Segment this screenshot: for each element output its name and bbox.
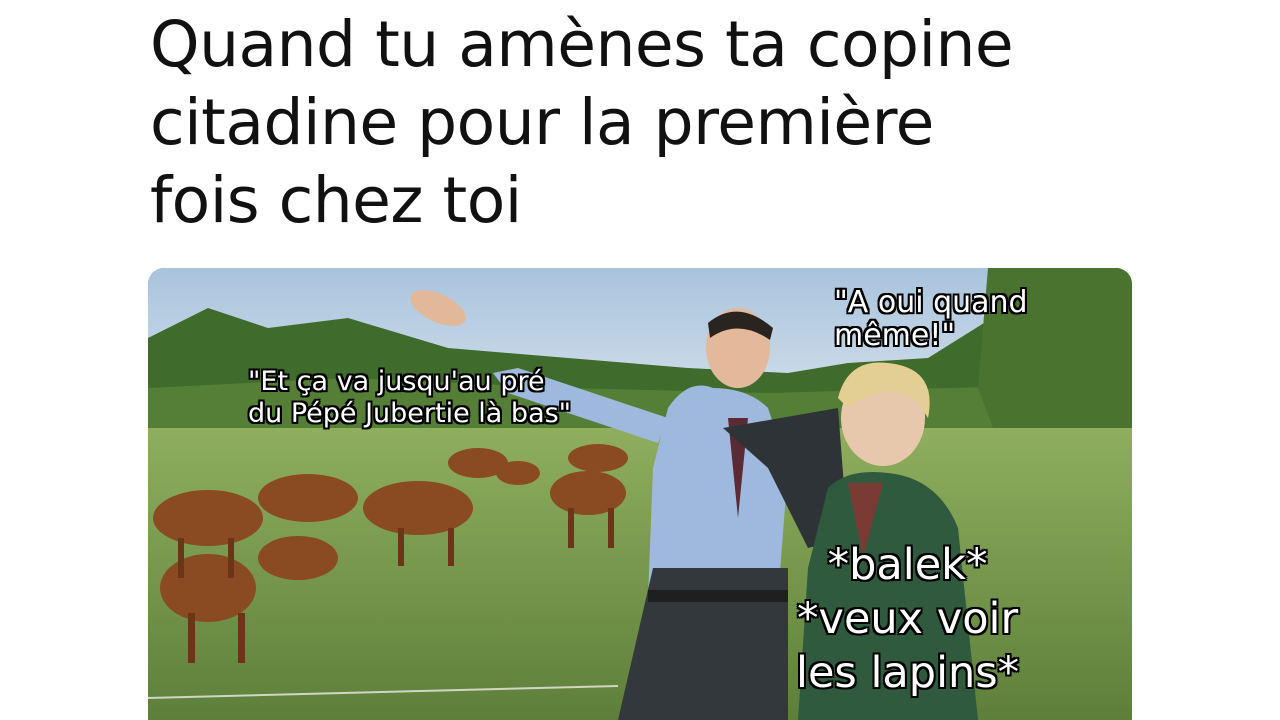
woman-quote-overlay: "A oui quand même!" bbox=[834, 286, 1028, 352]
meme-page: Quand tu amènes ta copine citadine pour … bbox=[0, 0, 1280, 720]
man-quote-line-1: "Et ça va jusqu'au pré bbox=[248, 366, 545, 397]
woman-quote-line-2: même!" bbox=[834, 318, 956, 353]
caption-line-3: fois chez toi bbox=[150, 164, 522, 237]
meme-photo: "Et ça va jusqu'au pré du Pépé Jubertie … bbox=[148, 268, 1132, 720]
caption-line-1: Quand tu amènes ta copine bbox=[150, 8, 1014, 81]
man-quote-line-2: du Pépé Jubertie là bas" bbox=[248, 398, 572, 429]
man-quote-overlay: "Et ça va jusqu'au pré du Pépé Jubertie … bbox=[248, 366, 571, 430]
woman-thought-line-2: *veux voir bbox=[797, 594, 1019, 644]
woman-thought-overlay: *balek* *veux voir les lapins* bbox=[796, 538, 1019, 700]
woman-thought-line-3: les lapins* bbox=[796, 648, 1020, 698]
caption-line-2: citadine pour la première bbox=[150, 86, 934, 159]
woman-quote-line-1: "A oui quand bbox=[834, 285, 1028, 320]
woman-thought-line-1: *balek* bbox=[827, 540, 988, 590]
meme-caption: Quand tu amènes ta copine citadine pour … bbox=[150, 6, 1150, 240]
